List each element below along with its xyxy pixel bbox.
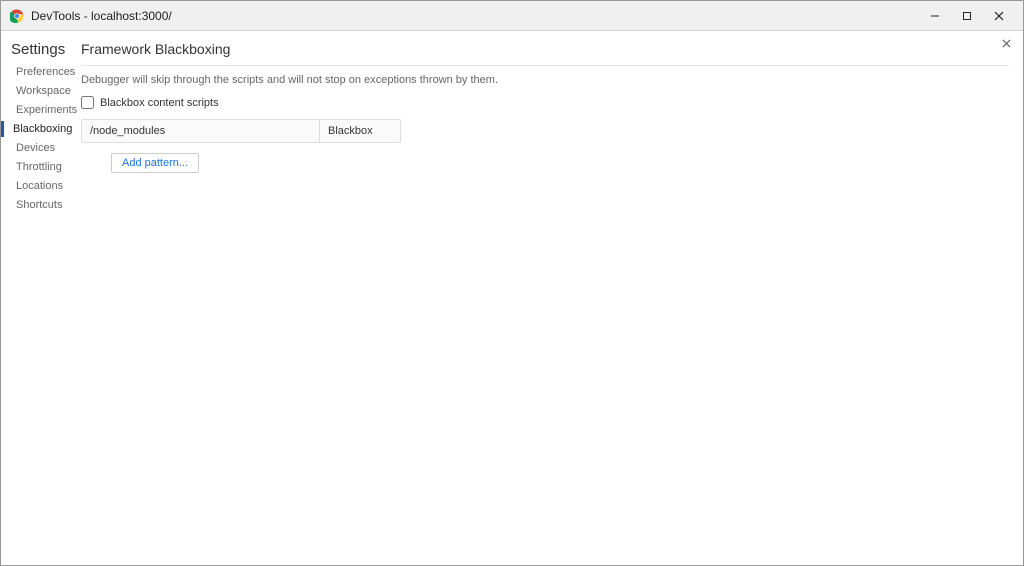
sidebar-item-preferences[interactable]: Preferences	[11, 64, 71, 80]
window-controls	[919, 1, 1015, 31]
sidebar-item-locations[interactable]: Locations	[11, 178, 71, 194]
sidebar-item-devices[interactable]: Devices	[11, 140, 71, 156]
page-title: Framework Blackboxing	[81, 41, 1009, 57]
window-maximize-button[interactable]	[951, 1, 983, 31]
blackbox-content-scripts-row: Blackbox content scripts	[81, 96, 1009, 109]
blackbox-patterns-table: /node_modules Blackbox	[81, 119, 401, 143]
sidebar-item-blackboxing[interactable]: Blackboxing	[1, 121, 71, 137]
blackbox-content-scripts-label[interactable]: Blackbox content scripts	[100, 97, 219, 109]
blackboxing-description: Debugger will skip through the scripts a…	[81, 74, 1009, 86]
window-minimize-button[interactable]	[919, 1, 951, 31]
pattern-cell-behavior: Blackbox	[320, 120, 400, 142]
settings-panel: Settings Preferences Workspace Experimen…	[1, 31, 1023, 565]
sidebar-header: Settings	[11, 41, 71, 58]
add-pattern-button[interactable]: Add pattern...	[111, 153, 199, 173]
sidebar-item-throttling[interactable]: Throttling	[11, 159, 71, 175]
window-title: DevTools - localhost:3000/	[31, 9, 919, 23]
pattern-cell-pattern: /node_modules	[82, 120, 320, 142]
divider	[81, 65, 1009, 66]
sidebar-item-experiments[interactable]: Experiments	[11, 102, 71, 118]
settings-content: Framework Blackboxing Debugger will skip…	[71, 31, 1023, 565]
pattern-row[interactable]: /node_modules Blackbox	[82, 120, 400, 142]
window-titlebar: DevTools - localhost:3000/	[1, 1, 1023, 31]
settings-sidebar: Settings Preferences Workspace Experimen…	[1, 31, 71, 565]
blackbox-content-scripts-checkbox[interactable]	[81, 96, 94, 109]
window-close-button[interactable]	[983, 1, 1015, 31]
chrome-icon	[9, 8, 25, 24]
sidebar-item-workspace[interactable]: Workspace	[11, 83, 71, 99]
sidebar-item-shortcuts[interactable]: Shortcuts	[11, 197, 71, 213]
